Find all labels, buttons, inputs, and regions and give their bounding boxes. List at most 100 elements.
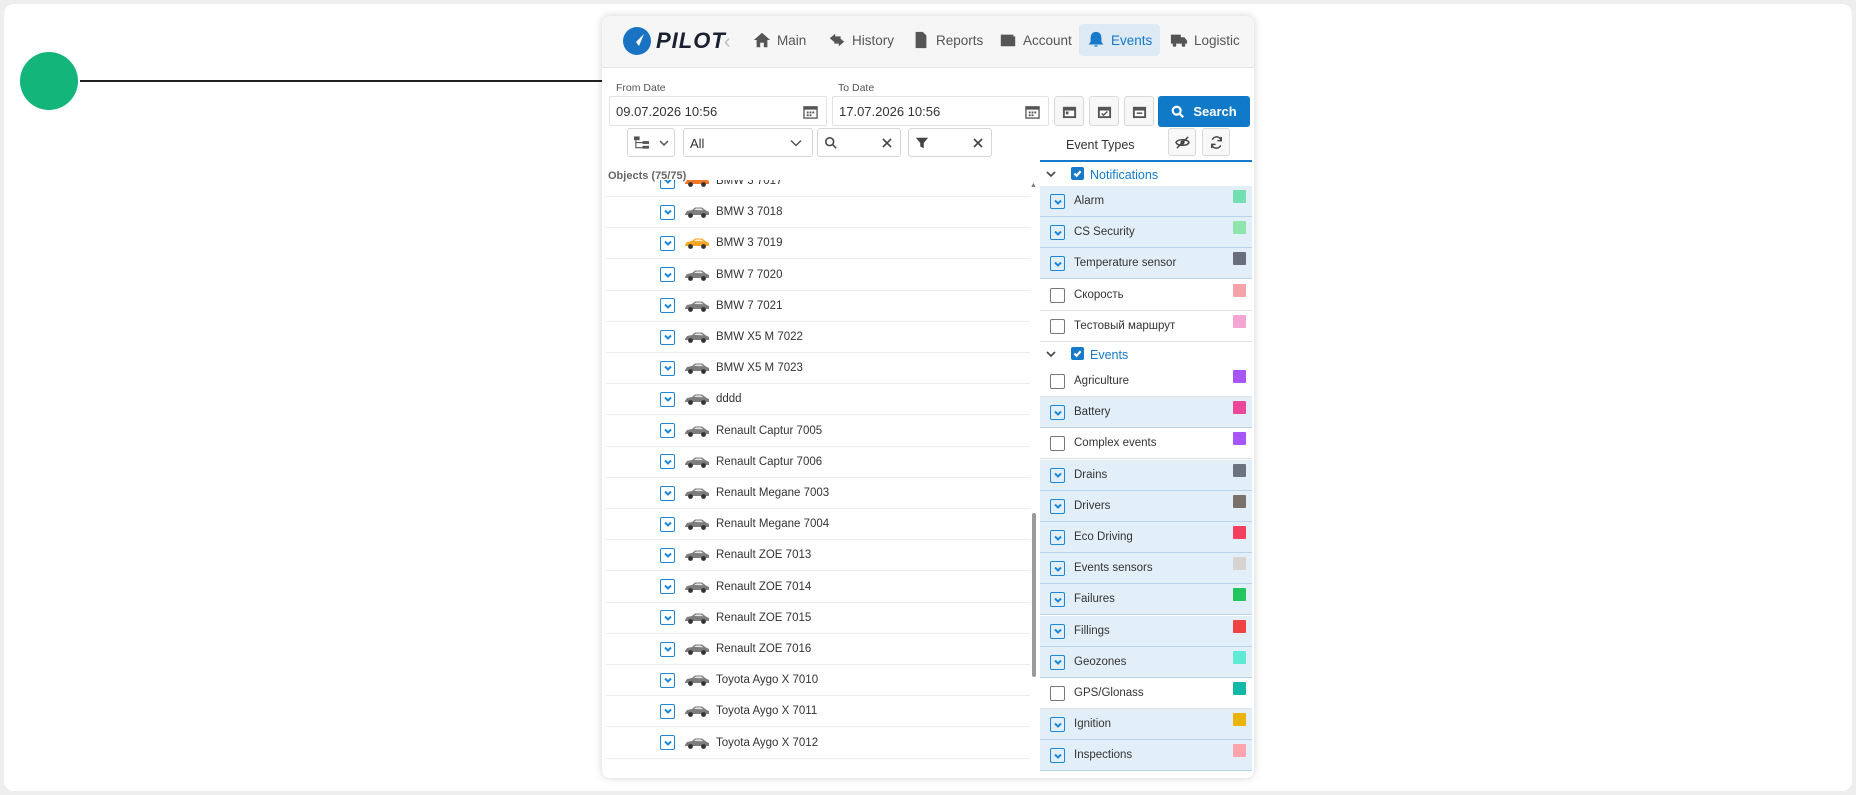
hide-unchecked-button[interactable] <box>1168 128 1196 156</box>
event-type-checkbox[interactable] <box>1050 194 1065 209</box>
object-checkbox[interactable] <box>660 391 675 407</box>
event-type-checkbox[interactable] <box>1050 654 1065 670</box>
event-type-row[interactable]: Fillings <box>1040 615 1252 647</box>
object-checkbox[interactable] <box>660 235 675 251</box>
clear-icon[interactable] <box>882 138 892 148</box>
object-row[interactable]: BMW X5 M 7022 <box>606 322 1030 353</box>
object-row[interactable]: Renault Captur 7005 <box>606 416 1030 447</box>
object-row[interactable]: Toyota Aygo X 7011 <box>606 696 1030 728</box>
event-type-checkbox[interactable] <box>1050 405 1065 421</box>
event-type-row[interactable]: Скорость <box>1040 280 1252 311</box>
event-group-header[interactable]: Events <box>1040 342 1252 366</box>
event-type-row[interactable]: Events sensors <box>1040 553 1252 585</box>
event-type-row[interactable]: Ignition <box>1040 709 1252 741</box>
event-type-checkbox[interactable] <box>1050 561 1065 577</box>
object-row[interactable]: Renault ZOE 7016 <box>606 634 1030 665</box>
group-checkbox[interactable] <box>1071 167 1084 180</box>
object-row[interactable]: Renault Megane 7003 <box>606 478 1030 509</box>
object-checkbox[interactable] <box>660 485 675 501</box>
event-type-checkbox[interactable] <box>1050 623 1065 639</box>
nav-main[interactable]: Main <box>745 24 814 56</box>
object-row[interactable]: Renault Captur 7006 <box>606 447 1030 478</box>
object-row[interactable]: Renault Megane 7004 <box>606 509 1030 541</box>
event-type-row[interactable]: Eco Driving <box>1040 522 1252 553</box>
from-date-field[interactable]: 09.07.2026 10:56 <box>609 96 827 126</box>
event-type-checkbox[interactable] <box>1050 530 1065 545</box>
object-checkbox[interactable] <box>660 516 675 532</box>
object-search-input[interactable] <box>817 128 901 157</box>
object-checkbox[interactable] <box>660 360 675 376</box>
chevron-down-icon[interactable] <box>1044 347 1058 361</box>
refresh-button[interactable] <box>1202 128 1230 156</box>
event-type-row[interactable]: GPS/Glonass <box>1040 678 1252 709</box>
object-checkbox[interactable] <box>660 703 675 719</box>
event-group-header[interactable]: Notifications <box>1040 162 1252 186</box>
nav-account[interactable]: Account <box>991 24 1080 56</box>
event-type-checkbox[interactable] <box>1050 318 1065 334</box>
nav-reports[interactable]: Reports <box>904 24 991 56</box>
nav-history[interactable]: History <box>820 24 902 56</box>
object-row[interactable]: Toyota Aygo X 7012 <box>606 728 1030 759</box>
object-checkbox[interactable] <box>660 329 675 345</box>
clear-icon[interactable] <box>973 138 983 148</box>
object-row[interactable]: BMW 3 7019 <box>606 228 1030 260</box>
nav-logistic[interactable]: Logistic <box>1162 24 1248 56</box>
object-checkbox[interactable] <box>660 579 675 595</box>
event-type-row[interactable]: CS Security <box>1040 217 1252 249</box>
object-row[interactable]: BMW 3 7017 <box>606 180 1030 197</box>
event-type-row[interactable]: Agriculture <box>1040 366 1252 397</box>
event-type-row[interactable]: Battery <box>1040 397 1252 429</box>
object-row[interactable]: Renault ZOE 7015 <box>606 603 1030 634</box>
event-type-checkbox[interactable] <box>1050 717 1065 733</box>
objects-scrollbar-thumb[interactable] <box>1032 513 1036 677</box>
event-type-checkbox[interactable] <box>1050 436 1065 452</box>
object-checkbox[interactable] <box>660 180 675 189</box>
object-row[interactable]: Toyota Aygo X 7010 <box>606 665 1030 697</box>
to-date-field[interactable]: 17.07.2026 10:56 <box>832 96 1049 126</box>
object-row[interactable]: Renault ZOE 7014 <box>606 572 1030 603</box>
group-select[interactable]: All <box>683 128 813 157</box>
event-type-row[interactable]: Inspections <box>1040 740 1252 772</box>
event-type-checkbox[interactable] <box>1050 498 1065 514</box>
object-row[interactable]: BMW X5 M 7023 <box>606 353 1030 385</box>
event-type-row[interactable]: Complex events <box>1040 428 1252 460</box>
object-checkbox[interactable] <box>660 423 675 439</box>
object-row[interactable]: BMW 7 7020 <box>606 260 1030 291</box>
object-checkbox[interactable] <box>660 641 675 657</box>
nav-events[interactable]: Events <box>1079 24 1161 56</box>
object-checkbox[interactable] <box>660 454 675 470</box>
event-type-row[interactable]: Temperature sensor <box>1040 248 1252 280</box>
event-type-checkbox[interactable] <box>1050 256 1065 272</box>
object-row[interactable]: Renault ZOE 7013 <box>606 540 1030 572</box>
object-checkbox[interactable] <box>660 735 675 751</box>
group-checkbox[interactable] <box>1071 347 1084 360</box>
nav-back-chevron-icon[interactable]: ‹ <box>724 32 740 52</box>
logo[interactable]: PILOT <box>622 24 726 58</box>
event-type-checkbox[interactable] <box>1050 287 1065 303</box>
event-type-checkbox[interactable] <box>1050 748 1065 764</box>
event-type-checkbox[interactable] <box>1050 467 1065 483</box>
object-checkbox[interactable] <box>660 547 675 563</box>
object-row[interactable]: BMW 3 7018 <box>606 197 1030 229</box>
event-type-checkbox[interactable] <box>1050 686 1065 701</box>
calendar-icon[interactable] <box>803 104 818 119</box>
object-checkbox[interactable] <box>660 610 675 626</box>
calendar-icon[interactable] <box>1025 104 1040 119</box>
object-filter-input[interactable] <box>908 128 992 157</box>
object-checkbox[interactable] <box>660 298 675 314</box>
object-row[interactable]: BMW 7 7021 <box>606 291 1030 322</box>
object-checkbox[interactable] <box>660 672 675 688</box>
chevron-down-icon[interactable] <box>1044 167 1058 181</box>
event-type-row[interactable]: Geozones <box>1040 646 1252 678</box>
scroll-up-arrow-icon[interactable]: ▲ <box>1030 182 1037 189</box>
object-checkbox[interactable] <box>660 204 675 220</box>
event-type-row[interactable]: Drivers <box>1040 490 1252 522</box>
object-checkbox[interactable] <box>660 267 675 283</box>
event-type-row[interactable]: Тестовый маршрут <box>1040 311 1252 342</box>
object-row[interactable]: dddd <box>606 384 1030 416</box>
event-type-row[interactable]: Alarm <box>1040 186 1252 217</box>
event-type-checkbox[interactable] <box>1050 225 1065 241</box>
event-type-checkbox[interactable] <box>1050 374 1065 389</box>
event-type-row[interactable]: Failures <box>1040 584 1252 616</box>
tree-view-toggle[interactable] <box>627 128 675 157</box>
